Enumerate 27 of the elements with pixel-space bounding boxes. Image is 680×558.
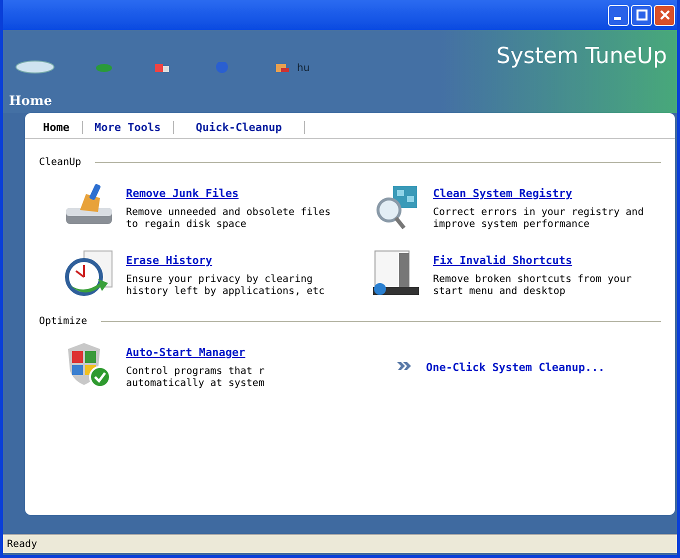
tab[interactable]: Quick-Cleanup xyxy=(174,121,305,134)
tab[interactable]: Home xyxy=(43,121,82,134)
close-button[interactable] xyxy=(654,4,675,26)
maximize-button[interactable] xyxy=(631,4,652,26)
toolbar-label: hu xyxy=(297,63,310,74)
minimize-button[interactable] xyxy=(608,4,629,26)
tool-link[interactable]: Remove Junk Files xyxy=(126,187,239,200)
tool-link[interactable]: Clean System Registry xyxy=(433,187,572,200)
status-text: Ready xyxy=(7,538,38,550)
tab[interactable]: More Tools xyxy=(82,121,174,134)
section-title: CleanUp xyxy=(39,157,82,168)
tool-link[interactable]: Erase History xyxy=(126,254,212,267)
double-chevron-icon xyxy=(396,360,412,370)
tool-link[interactable]: Auto-Start Manager xyxy=(126,346,246,359)
tool-description: Control programs that r automatically at system xyxy=(126,366,266,390)
section-title: Optimize xyxy=(39,316,88,327)
app-title: System TuneUp xyxy=(496,44,667,69)
close-icon xyxy=(658,9,670,21)
tool-description: Remove broken shortcuts from your start menu and desktop xyxy=(433,274,633,298)
maximize-icon xyxy=(636,9,648,21)
minimize-icon xyxy=(614,17,620,20)
tool-description: Remove unneeded and obsolete files to regain disk space xyxy=(126,207,332,231)
tool-description: Ensure your privacy by clearing history left by applications, etc xyxy=(126,274,326,298)
page-title: Home xyxy=(9,94,53,109)
tool-description: Correct errors in your registry and improve system performance xyxy=(433,207,645,231)
tool-link[interactable]: One-Click System Cleanup... xyxy=(426,361,605,374)
tool-link[interactable]: Fix Invalid Shortcuts xyxy=(433,254,572,267)
